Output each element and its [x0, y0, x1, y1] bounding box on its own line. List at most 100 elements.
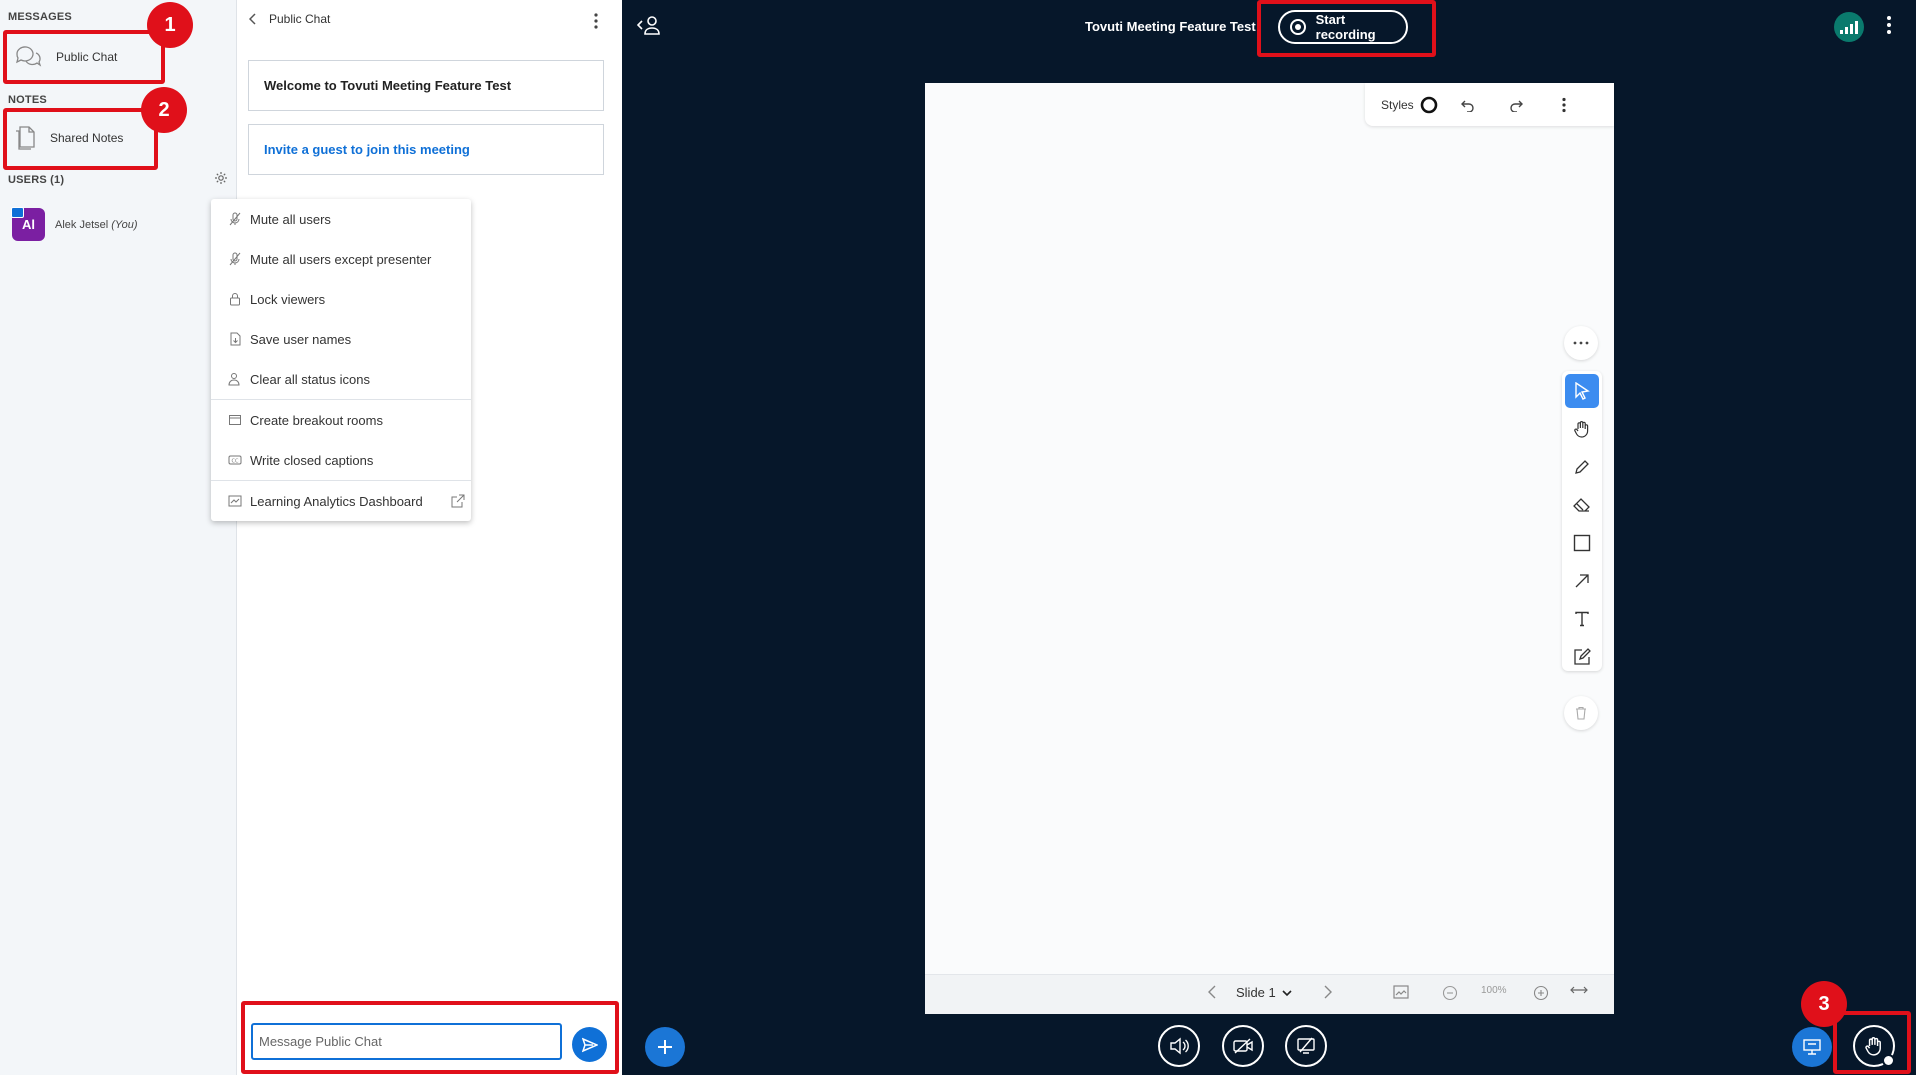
- closed-captions-icon: CC: [228, 455, 242, 465]
- user-options-menu: Mute all users Mute all users except pre…: [211, 199, 471, 521]
- step-badge-3: 3: [1801, 981, 1847, 1027]
- menu-mute-except-presenter-label: Mute all users except presenter: [250, 251, 432, 267]
- zoom-out-icon[interactable]: [1442, 985, 1458, 1001]
- chat-bubbles-icon: [16, 46, 42, 67]
- note-tool-icon[interactable]: [1565, 640, 1599, 674]
- whiteboard-toolbar: [1562, 371, 1602, 671]
- chat-title: Public Chat: [269, 12, 331, 26]
- status-dot: [1882, 1054, 1895, 1067]
- menu-mute-except-presenter[interactable]: Mute all users except presenter: [211, 239, 471, 279]
- screenshare-button[interactable]: [1285, 1025, 1327, 1067]
- user-list-item[interactable]: Al Alek Jetsel (You): [11, 207, 138, 241]
- menu-breakout-rooms[interactable]: Create breakout rooms: [211, 400, 471, 440]
- shared-notes-label: Shared Notes: [50, 131, 124, 145]
- message-input[interactable]: Message Public Chat: [251, 1023, 562, 1060]
- rooms-icon: [229, 415, 241, 425]
- menu-save-user-names[interactable]: Save user names: [211, 319, 471, 359]
- raise-hand-button[interactable]: [1853, 1025, 1895, 1067]
- start-recording-label: Start recording: [1315, 12, 1376, 42]
- mic-off-icon: [229, 212, 241, 226]
- eraser-tool-icon[interactable]: [1565, 488, 1599, 522]
- menu-clear-status[interactable]: Clear all status icons: [211, 359, 471, 399]
- user-name: Alek Jetsel (You): [55, 218, 138, 231]
- user-options-gear-icon[interactable]: [214, 171, 228, 190]
- delete-trash-icon[interactable]: [1564, 696, 1598, 730]
- arrow-tool-icon[interactable]: [1565, 564, 1599, 598]
- lock-icon: [230, 293, 240, 306]
- rectangle-tool-icon[interactable]: [1565, 526, 1599, 560]
- raise-hand-icon: [1865, 1037, 1881, 1056]
- stroke-style-icon[interactable]: [1414, 96, 1444, 114]
- step-badge-2: 2: [141, 87, 187, 133]
- avatar-initials: Al: [22, 217, 35, 232]
- chevron-left-icon[interactable]: [249, 13, 257, 25]
- start-recording-button[interactable]: Start recording: [1278, 10, 1408, 44]
- you-tag: (You): [111, 218, 138, 231]
- avatar: Al: [11, 207, 45, 241]
- record-icon: [1290, 19, 1306, 35]
- welcome-message: Welcome to Tovuti Meeting Feature Test: [248, 60, 604, 111]
- messages-heading: MESSAGES: [8, 11, 72, 23]
- slide-controls: Slide 1 100%: [925, 974, 1614, 1014]
- step-badge-1: 1: [147, 2, 193, 48]
- fit-width-icon[interactable]: [1570, 985, 1588, 995]
- whiteboard-menu-kebab-icon[interactable]: [1540, 97, 1588, 113]
- slide-selector[interactable]: Slide 1: [1236, 985, 1292, 1000]
- invite-guest-link[interactable]: Invite a guest to join this meeting: [248, 124, 604, 175]
- plus-icon: [658, 1040, 672, 1054]
- meeting-title: Tovuti Meeting Feature Test: [1085, 19, 1256, 34]
- send-icon: [581, 1037, 598, 1052]
- chat-header[interactable]: Public Chat: [249, 12, 330, 26]
- zoom-level[interactable]: 100%: [1481, 985, 1507, 996]
- menu-lock-viewers[interactable]: Lock viewers: [211, 279, 471, 319]
- notes-heading: NOTES: [8, 94, 47, 106]
- svg-text:CC: CC: [232, 459, 239, 465]
- menu-lock-viewers-label: Lock viewers: [250, 291, 326, 307]
- download-file-icon: [230, 332, 241, 346]
- document-icon: [16, 126, 35, 150]
- slide-label: Slide 1: [1236, 985, 1276, 1000]
- redo-icon[interactable]: [1492, 98, 1540, 112]
- connection-status-icon[interactable]: [1834, 12, 1864, 42]
- dashboard-icon: [228, 495, 242, 507]
- previous-slide-chevron-icon[interactable]: [1208, 985, 1216, 999]
- actions-plus-button[interactable]: [645, 1027, 685, 1067]
- more-tools-ellipsis-icon[interactable]: [1564, 326, 1598, 360]
- public-chat-item[interactable]: Public Chat: [8, 36, 154, 78]
- undo-icon[interactable]: [1444, 98, 1492, 112]
- camera-off-icon: [1233, 1038, 1253, 1054]
- menu-clear-status-label: Clear all status icons: [250, 371, 370, 387]
- public-chat-label: Public Chat: [56, 50, 118, 64]
- menu-closed-captions[interactable]: CC Write closed captions: [211, 440, 471, 480]
- menu-learning-analytics[interactable]: Learning Analytics Dashboard: [211, 481, 471, 521]
- whiteboard[interactable]: Styles Slide 1 100%: [925, 83, 1614, 1014]
- user-clear-icon: [228, 373, 240, 386]
- menu-mute-all[interactable]: Mute all users: [211, 199, 471, 239]
- chat-options-kebab-icon[interactable]: [593, 12, 599, 35]
- menu-learning-analytics-label: Learning Analytics Dashboard: [250, 493, 423, 509]
- menu-breakout-rooms-label: Create breakout rooms: [250, 412, 383, 428]
- audio-button[interactable]: [1158, 1025, 1200, 1067]
- zoom-in-icon[interactable]: [1533, 985, 1549, 1001]
- toggle-user-list-icon[interactable]: [636, 15, 661, 40]
- speaker-icon: [1170, 1037, 1189, 1055]
- user-list-panel: MESSAGES Public Chat NOTES Shared Notes …: [0, 0, 237, 1075]
- styles-bar: Styles: [1365, 83, 1614, 126]
- pencil-tool-icon[interactable]: [1565, 450, 1599, 484]
- shared-notes-item[interactable]: Shared Notes: [8, 117, 154, 159]
- options-kebab-icon[interactable]: [1886, 14, 1892, 41]
- next-slide-chevron-icon[interactable]: [1324, 985, 1332, 999]
- presentation-image-icon[interactable]: [1393, 985, 1409, 999]
- select-tool-icon[interactable]: [1565, 374, 1599, 408]
- styles-label[interactable]: Styles: [1381, 98, 1414, 112]
- presentation-toggle-button[interactable]: [1792, 1027, 1832, 1067]
- users-heading: USERS (1): [8, 174, 65, 186]
- send-button[interactable]: [572, 1027, 607, 1062]
- text-tool-icon[interactable]: [1565, 602, 1599, 636]
- video-button[interactable]: [1222, 1025, 1264, 1067]
- menu-closed-captions-label: Write closed captions: [250, 452, 374, 468]
- external-link-icon: [451, 494, 465, 508]
- presenter-icon: [11, 207, 24, 218]
- chat-panel: Public Chat Welcome to Tovuti Meeting Fe…: [237, 0, 622, 1075]
- pan-hand-tool-icon[interactable]: [1565, 412, 1599, 446]
